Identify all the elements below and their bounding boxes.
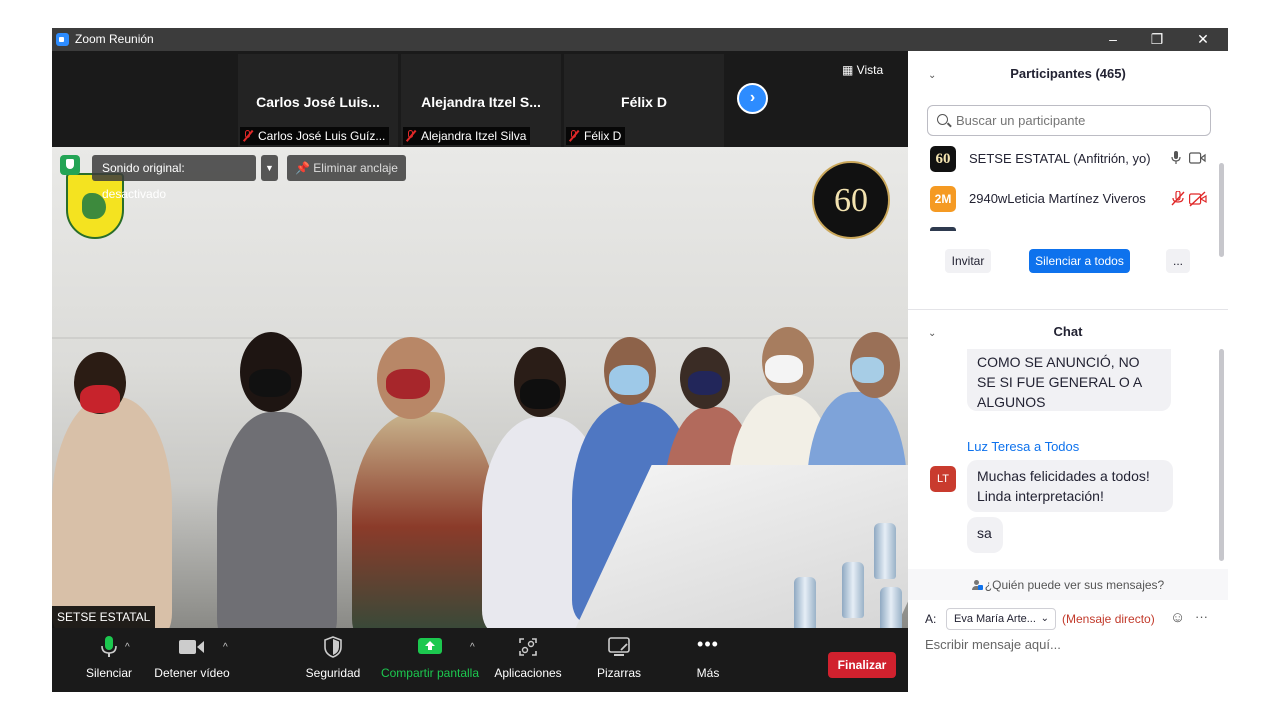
thumbnail-name: Félix D [621, 94, 667, 110]
thumbnail-label: Carlos José Luis Guíz... [240, 127, 390, 145]
chevron-down-icon: ⌄ [1040, 613, 1049, 624]
avatar: LT [930, 466, 956, 492]
share-screen-button[interactable]: Compartir pantalla [378, 636, 482, 680]
participant-name: SETSE ESTATAL (Anfitrión, yo) [969, 151, 1151, 166]
mute-all-button[interactable]: Silenciar a todos [1029, 249, 1130, 273]
chat-message: sa [967, 517, 1003, 553]
muted-mic-icon[interactable] [1171, 190, 1185, 210]
more-dots-icon[interactable]: ··· [1195, 609, 1208, 624]
chevron-up-icon[interactable]: ^ [125, 642, 130, 653]
chevron-up-icon[interactable]: ^ [223, 642, 228, 653]
apps-icon [492, 636, 564, 658]
chat-message: COMO SE ANUNCIÓ, NO SE SI FUE GENERAL O … [967, 349, 1171, 411]
participant-row[interactable]: 60 SETSE ESTATAL (Anfitrión, yo) [930, 145, 1220, 173]
chat-message: Muchas felicidades a todos! Linda interp… [967, 460, 1173, 512]
stop-video-button[interactable]: Detener vídeo [152, 636, 232, 680]
unpin-button[interactable]: 📌 Eliminar anclaje [287, 155, 406, 181]
participants-more-button[interactable]: ... [1166, 249, 1190, 273]
whiteboard-icon [584, 636, 654, 658]
chat-scrollbar[interactable] [1219, 349, 1224, 561]
participant-thumbnail[interactable]: Félix D Félix D [564, 54, 724, 147]
to-label: A: [925, 612, 937, 626]
muted-mic-icon [405, 130, 417, 142]
side-panel: ⌄ Participantes (465) 60 SETSE ESTATAL (… [908, 51, 1228, 692]
more-button[interactable]: ••• Más [678, 634, 738, 680]
video-off-icon[interactable] [1189, 191, 1207, 210]
minimize-icon[interactable]: – [1090, 28, 1136, 51]
direct-message-label: (Mensaje directo) [1062, 612, 1155, 626]
chat-sender[interactable]: Luz Teresa a Todos [967, 439, 1079, 454]
thumbnail-strip: Carlos José Luis... Carlos José Luis Guí… [52, 51, 908, 147]
meeting-stage: Carlos José Luis... Carlos José Luis Guí… [52, 51, 908, 692]
chat-header: Chat [1053, 324, 1083, 339]
muted-mic-icon [568, 130, 580, 142]
mute-button[interactable]: Silenciar [74, 636, 144, 680]
thumbnail-name: Carlos José Luis... [256, 94, 380, 110]
avatar [930, 227, 956, 231]
original-sound-button[interactable]: Sonido original: desactivado [92, 155, 256, 201]
title-bar: Zoom Reunión – ❐ ✕ [52, 28, 1228, 51]
security-button[interactable]: Seguridad [298, 636, 368, 680]
thumbnail-label: Félix D [566, 127, 626, 145]
search-icon [937, 114, 948, 125]
invite-button[interactable]: Invitar [945, 249, 991, 273]
more-dots-icon: ••• [697, 634, 719, 654]
participants-scrollbar[interactable] [1219, 163, 1224, 257]
participant-thumbnail[interactable]: Alejandra Itzel S... Alejandra Itzel Sil… [401, 54, 561, 147]
emoji-icon[interactable]: ☺ [1170, 609, 1185, 626]
view-button[interactable]: ▦ Vista [842, 63, 883, 77]
avatar: 60 [930, 146, 956, 172]
share-screen-icon [378, 636, 482, 658]
shield-icon [298, 636, 368, 658]
zoom-logo-icon [56, 33, 69, 46]
shield-check-icon[interactable] [60, 155, 80, 175]
speaker-name-label: SETSE ESTATAL [52, 606, 156, 628]
chat-compose-input[interactable]: Escribir mensaje aquí... [925, 637, 1061, 652]
anniversary-logo: 60 [812, 161, 890, 239]
recipient-row: A: Eva María Arte... ⌄ (Mensaje directo) … [925, 608, 1225, 632]
person-lock-icon [971, 580, 983, 590]
person-shape [52, 397, 172, 628]
camera-icon [152, 636, 232, 658]
apps-button[interactable]: Aplicaciones [492, 636, 564, 680]
participants-header: Participantes (465) [1010, 66, 1126, 81]
camera-icon[interactable] [1189, 152, 1206, 167]
whiteboards-button[interactable]: Pizarras [584, 636, 654, 680]
recipient-dropdown[interactable]: Eva María Arte... ⌄ [946, 608, 1056, 630]
end-meeting-button[interactable]: Finalizar [828, 652, 896, 678]
chevron-up-icon[interactable]: ^ [470, 642, 475, 653]
participant-search[interactable] [927, 105, 1211, 136]
participant-name: 2940wLeticia Martínez Viveros [969, 191, 1146, 206]
meeting-toolbar: Silenciar ^ Detener vídeo ^ Seguridad Co… [52, 628, 908, 692]
close-icon[interactable]: ✕ [1180, 28, 1226, 51]
microphone-icon [74, 636, 144, 658]
window-title: Zoom Reunión [75, 32, 154, 46]
who-can-see-link[interactable]: ¿Quién puede ver sus mensajes? [908, 578, 1228, 592]
zoom-window: Zoom Reunión – ❐ ✕ Carlos José Luis... C… [52, 28, 1228, 692]
participant-row[interactable]: 2M 2940wLeticia Martínez Viveros [930, 185, 1220, 213]
microphone-icon[interactable] [1171, 151, 1181, 168]
muted-mic-icon [242, 130, 254, 142]
avatar: 2M [930, 186, 956, 212]
thumbnail-label: Alejandra Itzel Silva [403, 127, 531, 145]
next-page-button[interactable]: › [737, 83, 768, 114]
main-video: Sonido original: desactivado ▼ 📌 Elimina… [52, 147, 908, 628]
thumbnail-name: Alejandra Itzel S... [421, 94, 541, 110]
restore-icon[interactable]: ❐ [1134, 28, 1180, 51]
search-input[interactable] [954, 112, 1198, 129]
participant-thumbnail[interactable]: Carlos José Luis... Carlos José Luis Guí… [238, 54, 398, 147]
chevron-down-icon[interactable]: ▼ [261, 155, 278, 181]
